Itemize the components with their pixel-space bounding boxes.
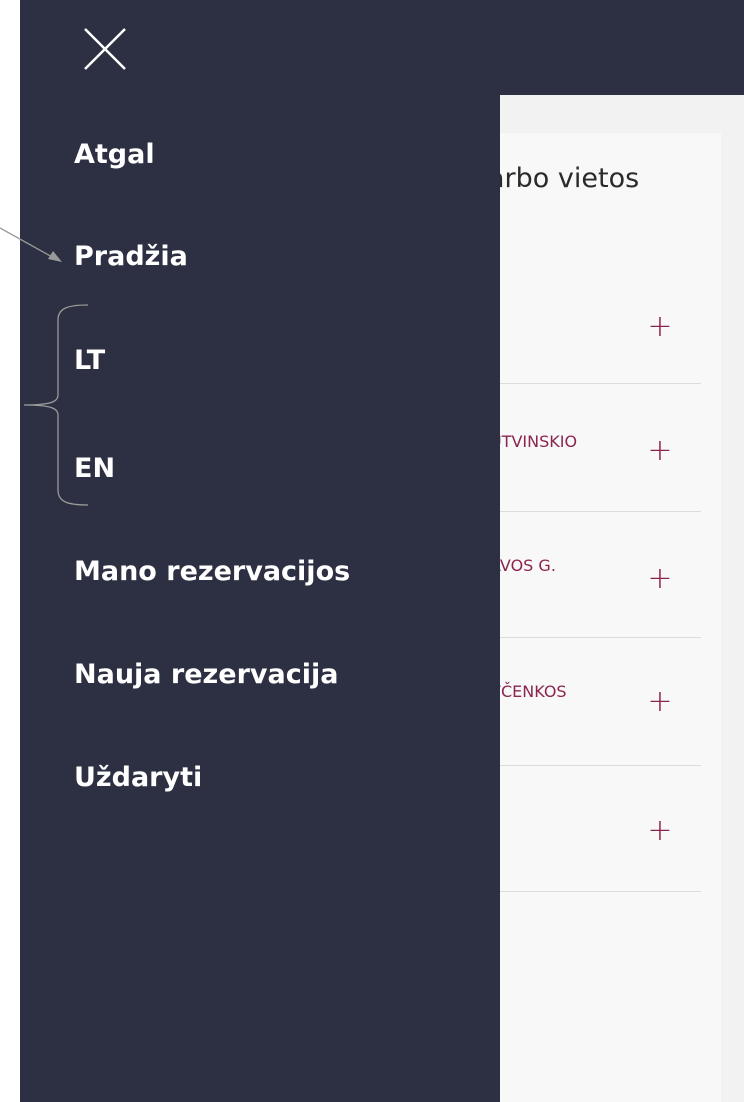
menu-item-uzdaryti[interactable]: Uždaryti (74, 762, 202, 793)
close-icon[interactable] (80, 24, 130, 74)
row-divider (480, 765, 701, 766)
menu-item-pradzia[interactable]: Pradžia (74, 241, 188, 272)
row-divider (480, 511, 701, 512)
row-divider (480, 383, 701, 384)
menu-item-nauja-rezervacija[interactable]: Nauja rezervacija (74, 659, 338, 690)
close-icon-svg (84, 28, 126, 70)
row-divider (480, 637, 701, 638)
add-icon[interactable]: + (645, 687, 675, 717)
menu-item-atgal[interactable]: Atgal (74, 139, 155, 170)
add-icon[interactable]: + (645, 816, 675, 846)
workplace-card (470, 133, 721, 1102)
add-icon[interactable]: + (645, 312, 675, 342)
location-row-text[interactable]: UTVINSKIO (490, 432, 577, 451)
add-icon[interactable]: + (645, 436, 675, 466)
row-divider (480, 891, 701, 892)
add-icon[interactable]: + (645, 564, 675, 594)
location-row-text[interactable]: VČENKOS (490, 682, 567, 701)
menu-item-lt[interactable]: LT (74, 345, 105, 376)
card-title: arbo vietos (488, 163, 640, 194)
menu-item-en[interactable]: EN (74, 453, 115, 484)
menu-item-mano-rezervacijos[interactable]: Mano rezervacijos (74, 556, 350, 587)
